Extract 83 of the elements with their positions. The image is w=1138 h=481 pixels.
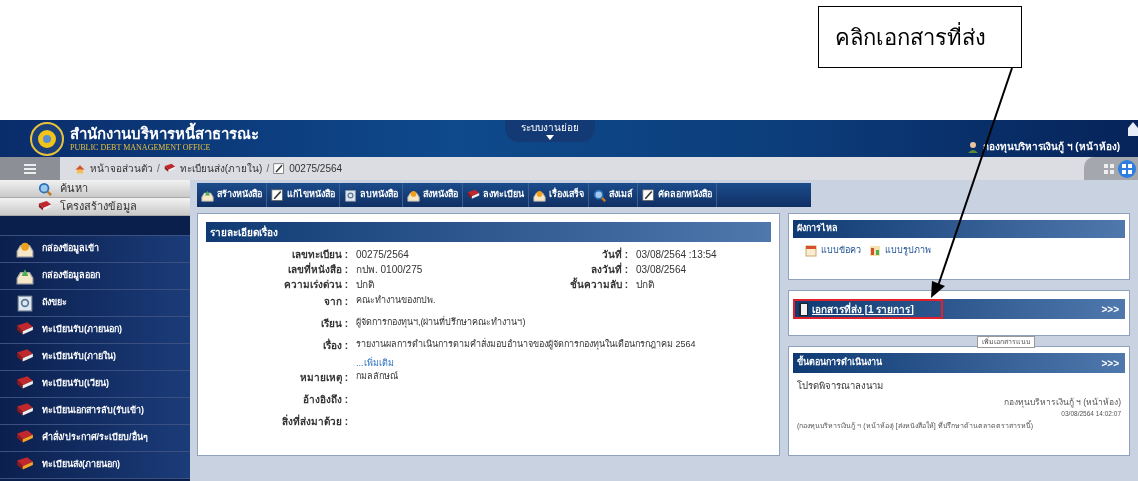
- sidebar-item[interactable]: ถังขยะ: [0, 290, 190, 317]
- caret-icon: [546, 135, 554, 140]
- field-value: ปกติ: [636, 278, 654, 292]
- sidebar-item[interactable]: ทะเบียนรับ(ภายใน): [0, 344, 190, 371]
- toolbar-button[interactable]: ลบหนังสือ: [340, 183, 403, 207]
- sidebar-item[interactable]: ทะเบียนส่ง(ภายนอก): [0, 452, 190, 479]
- home-icon: [1128, 122, 1138, 136]
- toolbar-button[interactable]: ลงทะเบียน: [463, 183, 529, 207]
- search-icon: [38, 181, 52, 196]
- field-label: หมายเหตุ :: [298, 371, 349, 385]
- sidebar-tab[interactable]: ค้นหา: [0, 180, 190, 198]
- document-icon: [805, 244, 817, 257]
- document-icon: [799, 302, 808, 316]
- view-option-link[interactable]: แบบข้อคว: [805, 244, 861, 258]
- breadcrumb-item[interactable]: ทะเบียนส่ง(ภายใน): [163, 161, 263, 176]
- pencil-icon: [271, 188, 284, 202]
- outbox-icon: [16, 267, 34, 285]
- field-value: 03/08/2564 :13:54: [636, 248, 717, 262]
- breadcrumb-item: 00275/2564: [273, 161, 343, 176]
- field-label: สิ่งที่ส่งมาด้วย :: [280, 414, 349, 429]
- panel-header: ผังการไหล: [793, 220, 1125, 238]
- field-value: กมลลักษณ์: [356, 370, 398, 383]
- field-value: ปกติ: [356, 278, 375, 292]
- field-value: รายงานผลการดำเนินการตามคำสั่งมอบอำนาจของผู้จัดการกองทุนในเดือนกรกฎาคม 2564: [356, 338, 696, 352]
- subsystem-tab[interactable]: ระบบงานย่อย: [505, 120, 595, 142]
- field-label: ความเร่งด่วน :: [282, 278, 349, 292]
- expand-button[interactable]: >>>: [1101, 301, 1125, 317]
- field-label: เรียน :: [319, 317, 349, 331]
- book-icon: [163, 162, 176, 175]
- menu-button[interactable]: [0, 157, 60, 180]
- field-label: เลขที่หนังสือ :: [286, 262, 349, 277]
- grid-icon: [1104, 163, 1114, 174]
- workflow-sender: กองทุนบริหารเงินกู้ ฯ (หน้าห้อง): [1002, 396, 1121, 409]
- callout-label: คลิกเอกสารที่ส่ง: [818, 6, 1022, 68]
- field-value: คณะทำงานของกปพ.: [356, 294, 436, 307]
- toolbar-button[interactable]: คัดลอกหนังสือ: [638, 183, 717, 207]
- sent-documents-link[interactable]: เอกสารที่ส่ง [1 รายการ]: [793, 299, 943, 319]
- panel-header: รายละเอียดเรื่อง: [206, 222, 771, 242]
- sidebar-item[interactable]: กล่องข้อมูลเข้า: [0, 236, 190, 263]
- sidebar-item[interactable]: ทะเบียนรับ(เวียน): [0, 371, 190, 398]
- panel-title: ขั้นตอนการดำเนินงาน: [797, 356, 882, 370]
- toolbar-button[interactable]: แก้ไขหนังสือ: [267, 183, 340, 207]
- view-option-link[interactable]: แบบรูปภาพ: [869, 244, 931, 258]
- chart-icon: [869, 244, 881, 257]
- breadcrumb-separator: /: [157, 162, 160, 176]
- sidebar-item[interactable]: ทะเบียนรับ(ภายนอก): [0, 317, 190, 344]
- breadcrumb-separator: /: [266, 162, 270, 176]
- menu-icon: [24, 163, 36, 174]
- toolbar-button[interactable]: เรื่องเสร็จ: [529, 183, 589, 207]
- toolbar-button[interactable]: สร้างหนังสือ: [197, 183, 267, 207]
- more-link[interactable]: ...เพิ่มเติม: [356, 356, 394, 370]
- pencil-icon: [273, 162, 286, 175]
- outbox-icon: [201, 188, 214, 202]
- field-label: วันที่ :: [601, 247, 628, 262]
- field-value: 00275/2564: [356, 248, 410, 262]
- sidebar-tab[interactable]: โครงสร้างข้อมูล: [0, 198, 190, 216]
- site-subtitle: PUBLIC DEBT MANAGEMENT OFFICE: [70, 143, 212, 152]
- toolbar-button[interactable]: ส่งเมล์: [589, 183, 638, 207]
- field-value: ผู้จัดการกองทุนฯ,(ผ่านที่ปรึกษาคณะทำงานฯ): [356, 316, 526, 330]
- field-value: 03/08/2564: [636, 263, 687, 277]
- user-icon: [966, 140, 979, 153]
- inbox-icon: [533, 188, 546, 202]
- emblem-icon: [30, 121, 64, 156]
- field-label: เรื่อง :: [321, 338, 349, 353]
- sidebar-item[interactable]: คำสั่ง/ประกาศ/ระเบียบ/อื่นๆ: [0, 425, 190, 452]
- field-label: อ้างอิงถึง :: [301, 393, 349, 407]
- sidebar-item[interactable]: ทะเบียนเอกสารลับ(รับเข้า): [0, 398, 190, 425]
- field-label: ชั้นความลับ :: [569, 277, 628, 292]
- field-value: กปพ. 0100/275: [356, 263, 424, 277]
- tiles-icon: [1118, 159, 1136, 178]
- expand-button[interactable]: >>>: [1101, 355, 1121, 371]
- breadcrumb-item[interactable]: หน้าจอส่วนตัว: [74, 161, 153, 176]
- field-label: เลขทะเบียน :: [290, 248, 349, 262]
- sidebar-item[interactable]: กล่องข้อมูลออก: [0, 263, 190, 290]
- inbox-icon: [407, 188, 420, 202]
- user-name: กองทุนบริหารเงินกู้ ฯ (หน้าห้อง): [982, 140, 1120, 154]
- pencil-icon: [642, 188, 655, 202]
- workflow-action: โปรดพิจารณาลงนาม: [797, 379, 884, 393]
- inbox-icon: [16, 240, 34, 258]
- search-icon: [593, 188, 606, 202]
- toolbar-button[interactable]: ส่งหนังสือ: [403, 183, 463, 207]
- field-label: จาก :: [322, 295, 349, 309]
- field-label: ลงวันที่ :: [590, 262, 628, 277]
